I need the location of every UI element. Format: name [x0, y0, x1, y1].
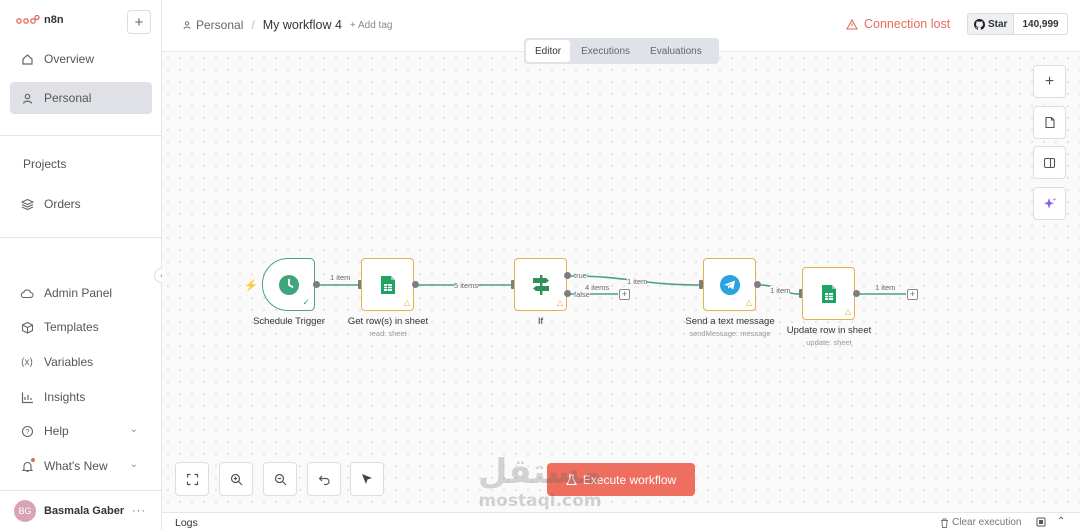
node-subtitle: sendMessage: message	[689, 329, 771, 338]
pop-out-icon[interactable]	[1036, 517, 1046, 530]
output-handle-false[interactable]	[564, 290, 571, 297]
add-node-after-false-button[interactable]: +	[619, 289, 630, 300]
branch-true-label: true	[574, 271, 587, 280]
tidy-up-button[interactable]	[350, 462, 384, 496]
n8n-app: n8n + Overview Personal Projects Orders …	[0, 0, 1080, 530]
edge-item-count: 1 item	[627, 277, 648, 286]
clock-icon	[278, 274, 299, 295]
output-handle[interactable]	[853, 290, 860, 297]
output-handle[interactable]	[412, 281, 419, 288]
undo-icon	[318, 475, 330, 485]
trash-icon	[941, 518, 948, 528]
node-label: Update row in sheet	[786, 325, 872, 336]
node-subtitle: read: sheet	[369, 329, 407, 338]
logs-panel[interactable]: Logs Clear execution ⌃	[162, 512, 1080, 530]
execute-workflow-button[interactable]: Execute workflow	[547, 463, 695, 496]
node-label: Get row(s) in sheet	[347, 316, 429, 327]
warning-icon: △	[745, 298, 752, 307]
node-label: Schedule Trigger	[253, 316, 325, 327]
fit-view-button[interactable]	[175, 462, 209, 496]
edge-item-count: 1 item	[330, 273, 351, 282]
add-node-after-update-button[interactable]: +	[907, 289, 918, 300]
zoom-in-button[interactable]	[219, 462, 253, 496]
node-update-row[interactable]: △	[802, 267, 855, 320]
flask-icon	[565, 473, 577, 485]
chevron-up-icon[interactable]: ⌃	[1057, 516, 1065, 527]
execute-workflow-label: Execute workflow	[582, 472, 677, 487]
warning-icon: △	[556, 298, 563, 307]
zoom-out-button[interactable]	[263, 462, 297, 496]
node-get-rows[interactable]: △	[361, 258, 414, 311]
edge-item-count: 4 items	[585, 283, 610, 292]
trigger-bolt-icon: ⚡	[244, 280, 258, 292]
node-label: Send a text message	[685, 316, 775, 327]
output-handle[interactable]	[313, 281, 320, 288]
edge-item-count: 1 item	[770, 286, 791, 295]
clear-execution-label: Clear execution	[952, 517, 1022, 528]
node-if[interactable]: △	[514, 258, 567, 311]
logs-label: Logs	[175, 517, 198, 529]
success-check-icon: ✓	[302, 297, 310, 307]
edge-item-count: 1 item	[875, 283, 896, 292]
warning-icon: △	[844, 307, 851, 316]
output-handle-true[interactable]	[564, 272, 571, 279]
warning-icon: △	[403, 298, 410, 307]
zoom-in-icon	[230, 473, 242, 485]
google-sheets-icon	[821, 284, 836, 303]
node-schedule-trigger[interactable]: ✓	[262, 258, 315, 311]
undo-button[interactable]	[307, 462, 341, 496]
node-label: If	[537, 316, 544, 327]
output-handle[interactable]	[754, 281, 761, 288]
telegram-icon	[719, 274, 740, 295]
fit-view-icon	[186, 473, 198, 485]
google-sheets-icon	[380, 275, 395, 294]
clear-execution-button[interactable]: Clear execution	[940, 517, 1021, 528]
node-subtitle: update: sheet	[806, 338, 852, 347]
signpost-icon	[532, 274, 549, 295]
edge-item-count: 5 items	[454, 281, 479, 290]
node-send-text-message[interactable]: △	[703, 258, 756, 311]
zoom-out-icon	[274, 473, 286, 485]
cursor-icon	[362, 474, 372, 484]
